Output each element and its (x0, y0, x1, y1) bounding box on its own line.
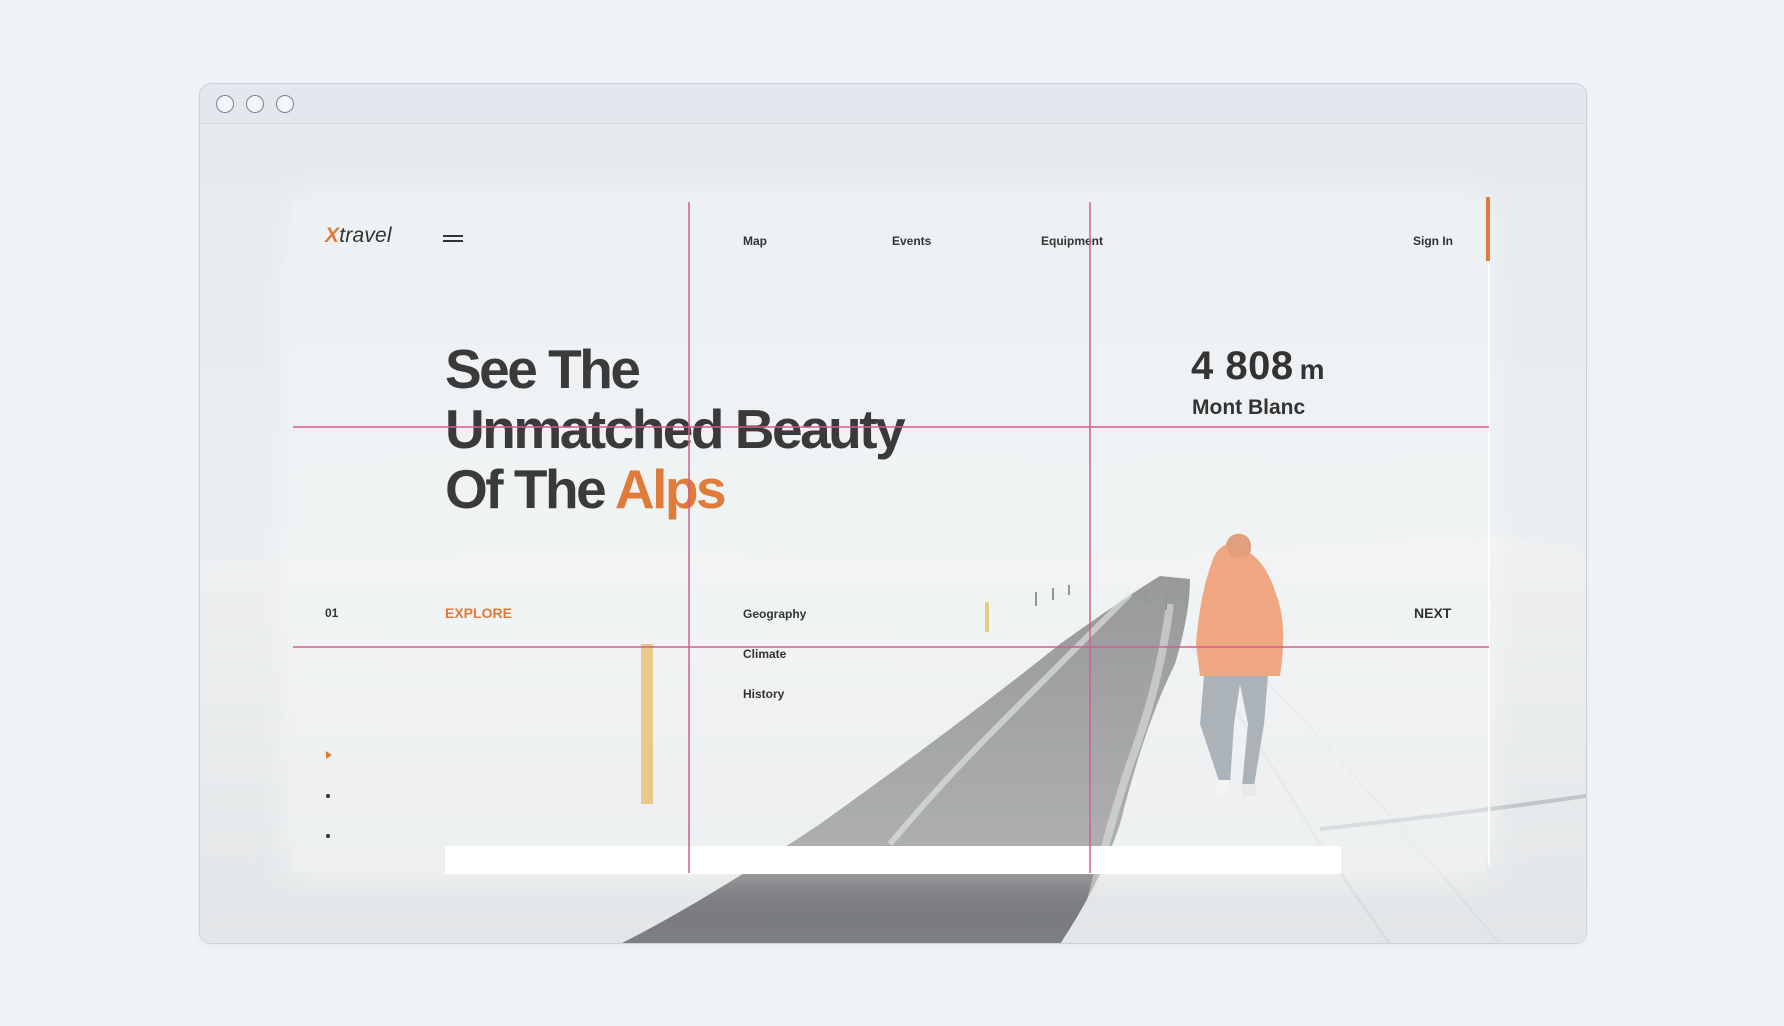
nav-map[interactable]: Map (743, 234, 767, 248)
elevation-value: 4 808 m (1191, 344, 1325, 389)
explore-button[interactable]: EXPLORE (445, 605, 512, 621)
sublink-geography[interactable]: Geography (743, 607, 806, 621)
hero-headline: See The Unmatched Beauty Of The Alps (445, 338, 906, 519)
hero-card (293, 199, 1486, 871)
headline-line-3-prefix: Of The (445, 458, 615, 520)
grid-guide-vertical (688, 202, 690, 873)
slide-pager-dot[interactable] (326, 794, 330, 798)
nav-events[interactable]: Events (892, 234, 931, 248)
headline-line-2: Unmatched Beauty (445, 398, 906, 460)
nav-equipment[interactable]: Equipment (1041, 234, 1103, 248)
sublink-history[interactable]: History (743, 687, 784, 701)
next-button[interactable]: NEXT (1414, 605, 1451, 621)
logo-mark: X (325, 224, 340, 247)
headline-highlight: Alps (614, 458, 727, 520)
headline-line-1: See The (445, 338, 641, 400)
site-logo[interactable]: Xtravel (325, 224, 392, 248)
grid-guide-horizontal (293, 646, 1489, 648)
slide-pager-dot[interactable] (326, 834, 330, 838)
sign-in-link[interactable]: Sign In (1413, 234, 1453, 248)
slide-pager-active-icon[interactable] (326, 751, 332, 759)
headline-line-3: Of The Alps (445, 459, 903, 519)
website-viewport: Xtravel Map Events Equipment Sign In See… (200, 124, 1586, 943)
scroll-track[interactable] (1488, 261, 1490, 865)
grid-guide-horizontal (293, 426, 1489, 428)
scroll-accent-bar (1486, 197, 1490, 261)
browser-window: Xtravel Map Events Equipment Sign In See… (199, 83, 1587, 944)
sublink-climate[interactable]: Climate (743, 647, 786, 661)
grid-guide-vertical (1089, 202, 1091, 873)
logo-text: travel (339, 224, 392, 247)
hamburger-menu-icon[interactable] (443, 235, 463, 244)
window-close-icon[interactable] (216, 95, 234, 113)
window-minimize-icon[interactable] (246, 95, 264, 113)
slide-index: 01 (325, 606, 339, 620)
content-footer-bar (445, 846, 1341, 874)
browser-titlebar (200, 84, 1586, 124)
elevation-unit: m (1299, 354, 1326, 385)
mountain-name: Mont Blanc (1192, 396, 1306, 419)
window-maximize-icon[interactable] (276, 95, 294, 113)
elevation-number: 4 808 (1191, 344, 1294, 388)
